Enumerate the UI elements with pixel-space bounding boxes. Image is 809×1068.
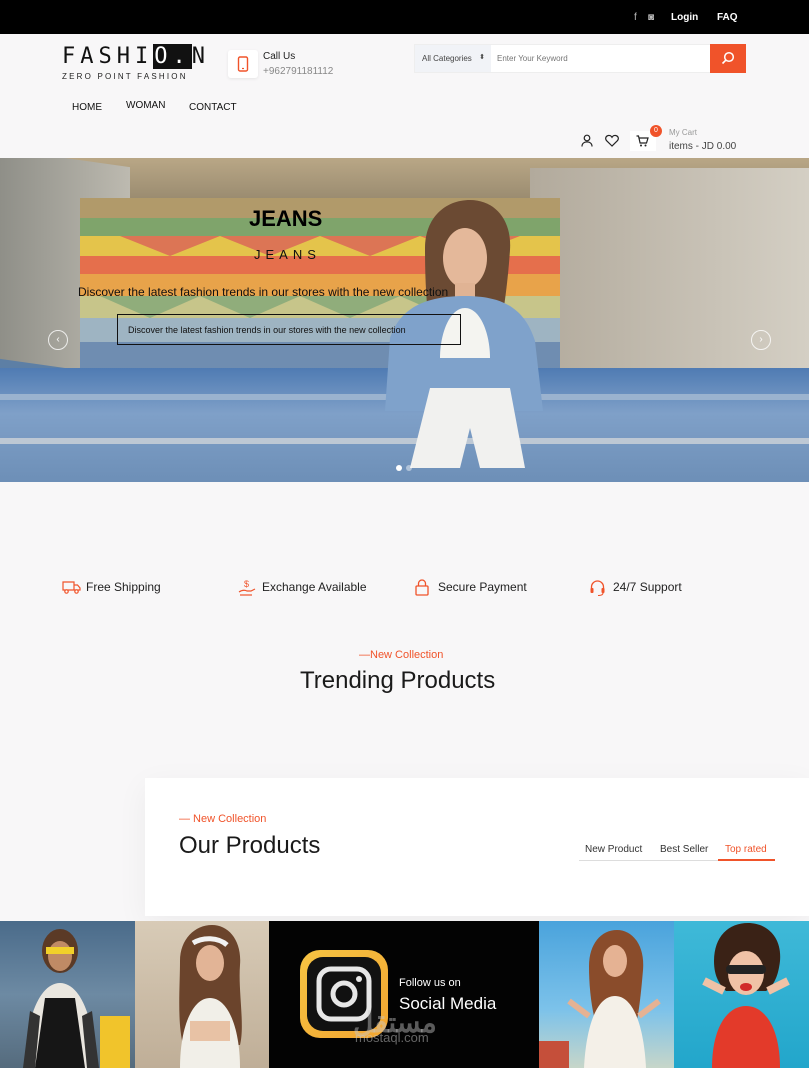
- gallery-image-2[interactable]: [135, 921, 269, 1068]
- watermark-url: mostaql.com: [355, 1030, 429, 1045]
- search-button[interactable]: [710, 44, 746, 73]
- site-logo[interactable]: FASHIO.N ZERO POINT FASHION: [62, 44, 205, 86]
- tab-new-product[interactable]: New Product: [585, 844, 642, 855]
- gallery-image-3[interactable]: [539, 921, 674, 1068]
- headset-icon: [590, 580, 605, 596]
- faq-link[interactable]: FAQ: [717, 12, 738, 23]
- tab-active-indicator: [718, 859, 775, 861]
- nav-contact[interactable]: CONTACT: [189, 102, 237, 113]
- hero-slider: JEANS JEANS Discover the latest fashion …: [0, 158, 809, 482]
- select-arrows-icon: ⬍: [479, 54, 485, 61]
- login-link[interactable]: Login: [671, 12, 698, 23]
- social-media-banner[interactable]: Follow us on Social Media مستقل mostaql.…: [269, 921, 539, 1068]
- feature-label: Secure Payment: [438, 580, 527, 594]
- hero-description: Discover the latest fashion trends in ou…: [78, 285, 449, 299]
- gallery-image-1[interactable]: [0, 921, 135, 1068]
- user-icon[interactable]: [581, 134, 593, 147]
- cart-icon: [636, 135, 649, 147]
- hero-cta-button[interactable]: Discover the latest fashion trends in ou…: [117, 314, 461, 345]
- trending-kicker: —New Collection: [359, 649, 444, 661]
- hero-subtitle: JEANS: [254, 247, 321, 262]
- cart-count-badge: 0: [650, 125, 662, 137]
- category-select-label: All Categories: [422, 54, 472, 63]
- follow-us-text: Follow us on: [399, 977, 461, 989]
- search-bar: All Categories ⬍: [414, 44, 746, 73]
- logo-text-end: N: [191, 44, 210, 69]
- truck-icon: [62, 581, 81, 594]
- slider-prev-button[interactable]: ‹: [48, 330, 68, 350]
- products-title: Our Products: [179, 832, 321, 859]
- lock-icon: [415, 579, 429, 596]
- call-us-title: Call Us: [263, 51, 296, 62]
- tab-top-rated[interactable]: Top rated: [725, 844, 767, 855]
- exchange-money-icon: $: [238, 579, 256, 596]
- nav-home[interactable]: HOME: [72, 102, 102, 113]
- slider-dot[interactable]: [406, 465, 412, 471]
- cart-summary[interactable]: items - JD 0.00: [669, 141, 736, 152]
- feature-label: 24/7 Support: [613, 580, 682, 594]
- phone-icon: [228, 50, 258, 78]
- heart-icon[interactable]: [605, 134, 619, 147]
- products-kicker: — New Collection: [179, 813, 267, 825]
- svg-text:$: $: [244, 579, 249, 589]
- search-input[interactable]: [491, 45, 711, 72]
- logo-box-text: O.: [153, 44, 192, 69]
- slider-next-button[interactable]: ›: [751, 330, 771, 350]
- nav-woman[interactable]: WOMAN: [126, 100, 165, 111]
- feature-label: Free Shipping: [86, 580, 161, 594]
- gallery-image-4[interactable]: [674, 921, 809, 1068]
- slider-dot-active[interactable]: [396, 465, 402, 471]
- top-bar: f ◙ Login FAQ: [0, 0, 809, 34]
- category-select[interactable]: All Categories ⬍: [415, 45, 491, 72]
- logo-text: FASHI: [62, 44, 154, 69]
- instagram-gallery: Follow us on Social Media مستقل mostaql.…: [0, 921, 809, 1068]
- instagram-icon[interactable]: ◙: [648, 12, 654, 23]
- search-icon: [721, 51, 735, 65]
- logo-tagline: ZERO POINT FASHION: [62, 72, 188, 81]
- hero-title: JEANS: [249, 206, 323, 231]
- feature-label: Exchange Available: [262, 580, 367, 594]
- trending-title: Trending Products: [300, 667, 496, 694]
- my-cart-label: My Cart: [669, 128, 697, 137]
- tab-best-seller[interactable]: Best Seller: [660, 844, 708, 855]
- call-us-phone[interactable]: +962791181112: [263, 66, 333, 77]
- facebook-icon[interactable]: f: [634, 12, 637, 23]
